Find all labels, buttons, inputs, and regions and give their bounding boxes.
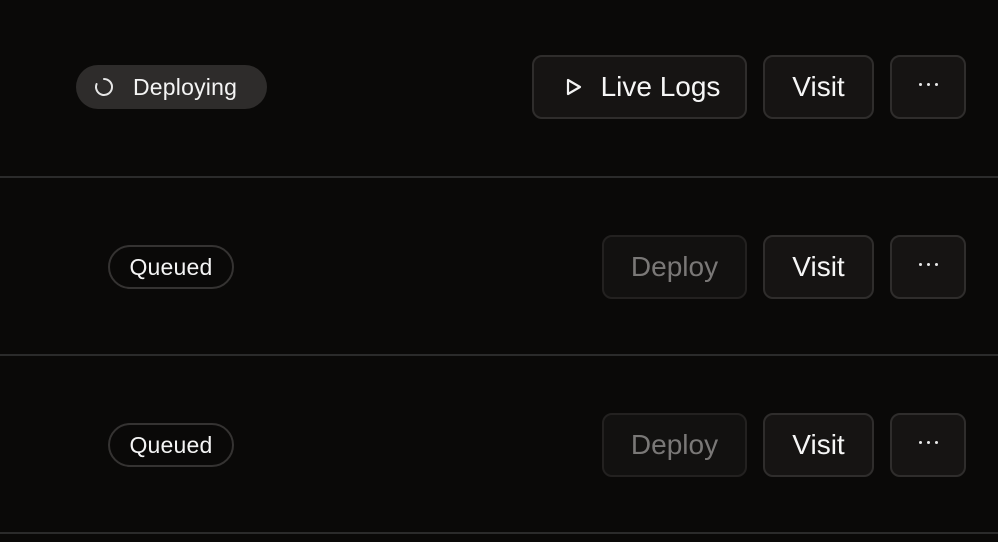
more-horizontal-icon [918, 262, 938, 266]
live-logs-button[interactable]: Live Logs [532, 55, 747, 119]
more-horizontal-icon [918, 440, 938, 444]
deploy-label: Deploy [630, 429, 719, 460]
live-logs-label: Live Logs [600, 71, 721, 102]
deploy-label: Deploy [630, 251, 719, 282]
more-options-button[interactable] [890, 235, 966, 299]
deploy-button[interactable]: Deploy [602, 235, 747, 299]
deployment-row: Deploying Live Logs Visit [0, 0, 998, 178]
more-horizontal-icon [918, 82, 938, 86]
visit-button[interactable]: Visit [763, 413, 874, 477]
deployment-row: Queued Deploy Visit [0, 178, 998, 356]
status-label: Queued [129, 431, 213, 458]
visit-button[interactable]: Visit [763, 55, 874, 119]
deployment-row: Queued Deploy Visit [0, 356, 998, 534]
visit-label: Visit [792, 251, 845, 282]
play-icon [566, 78, 581, 96]
status-label: Deploying [133, 73, 238, 100]
more-options-button[interactable] [890, 413, 966, 477]
visit-label: Visit [792, 429, 845, 460]
visit-label: Visit [792, 71, 845, 102]
deploy-button[interactable]: Deploy [602, 413, 747, 477]
status-label: Queued [129, 253, 213, 280]
spinner-icon [95, 78, 113, 96]
visit-button[interactable]: Visit [763, 235, 874, 299]
more-options-button[interactable] [890, 55, 966, 119]
status-badge-deploying: Deploying [76, 65, 267, 109]
status-badge-queued: Queued [108, 423, 234, 467]
deployment-list: Deploying Live Logs Visit Queued Deploy … [0, 0, 998, 542]
status-badge-queued: Queued [108, 245, 234, 289]
